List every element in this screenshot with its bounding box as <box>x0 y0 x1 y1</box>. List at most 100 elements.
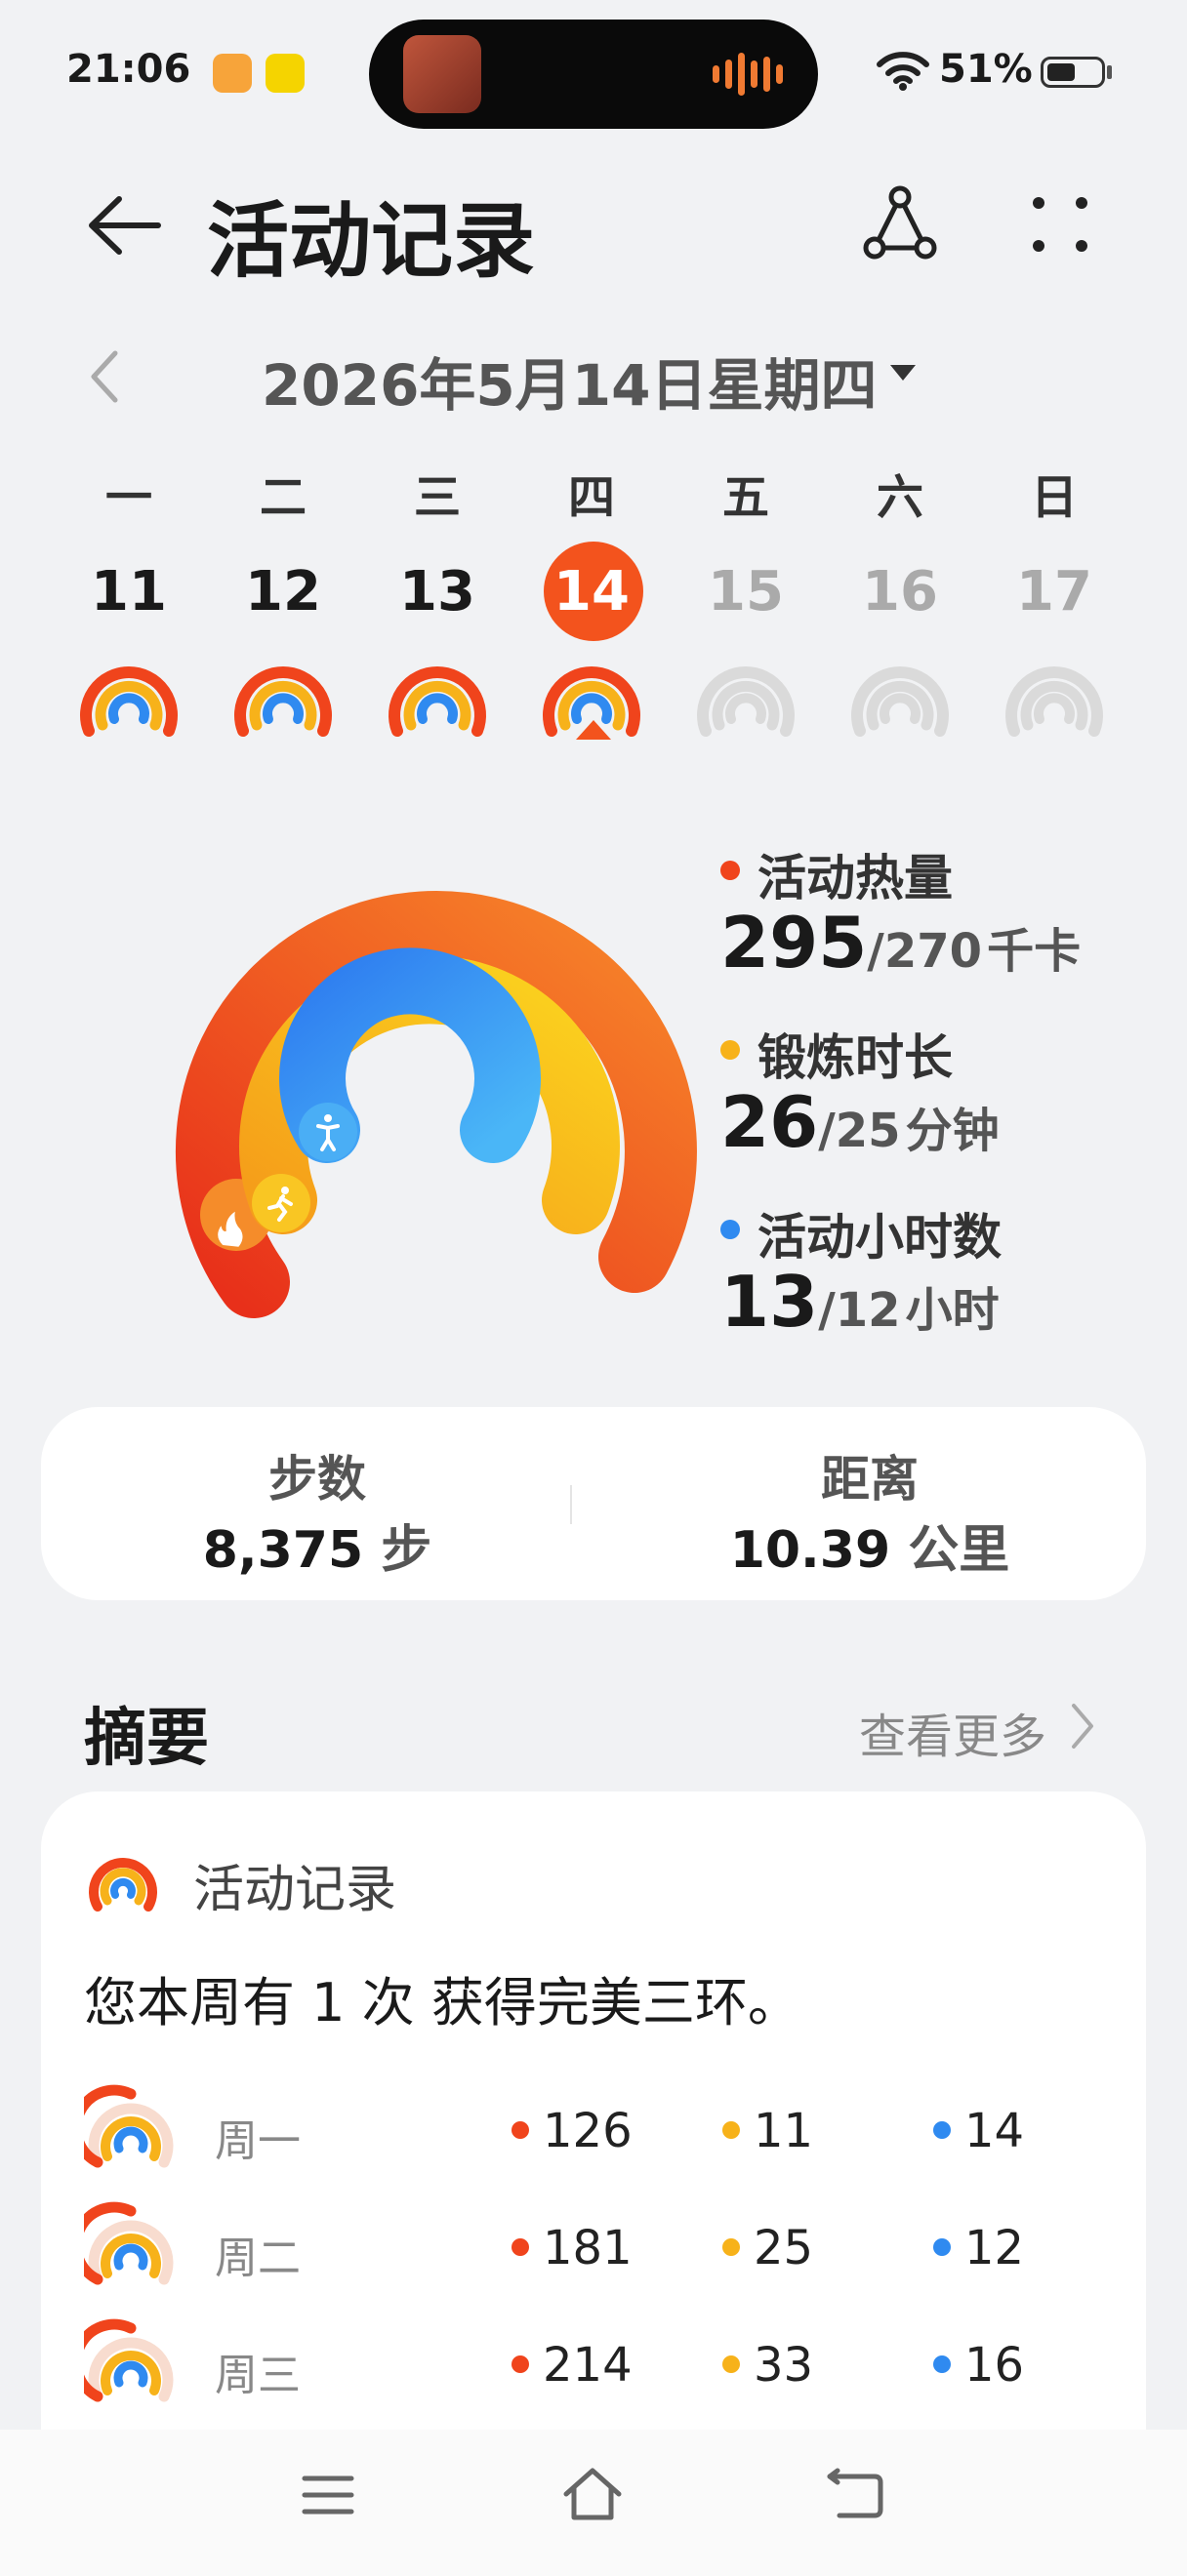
calories-value-group: 295/270 千卡 <box>720 902 1081 984</box>
stand-dot <box>933 2238 951 2256</box>
stand-unit: 小时 <box>905 1283 1000 1338</box>
card-divider <box>570 1485 572 1524</box>
exercise-value-group: 26/25 分钟 <box>720 1081 1000 1163</box>
dropdown-caret-icon[interactable] <box>886 361 920 384</box>
row-day: 周二 <box>215 2234 301 2283</box>
steps-label: 步数 <box>268 1451 366 1508</box>
exercise-dot <box>722 2121 740 2139</box>
mini-ring-icon <box>84 2318 174 2402</box>
calories-dot <box>512 2121 529 2139</box>
exercise-goal: /25 <box>818 1104 901 1158</box>
media-artwork <box>403 35 481 113</box>
stand-value: 13 <box>720 1261 819 1343</box>
weekday-label: 一 <box>104 470 152 525</box>
row-calories: 214 <box>543 2338 633 2393</box>
distance-label: 距离 <box>821 1451 919 1508</box>
chevron-right-icon[interactable] <box>1068 1700 1097 1752</box>
mini-ring-icon <box>851 666 949 737</box>
date-number: 16 <box>862 560 938 624</box>
date-number: 13 <box>399 560 475 624</box>
exercise-label: 锻炼时长 <box>757 1029 953 1086</box>
status-time: 21:06 <box>66 47 191 92</box>
stand-goal: /12 <box>818 1283 901 1338</box>
summary-card-title: 活动记录 <box>193 1861 397 1919</box>
calories-dot <box>720 861 740 880</box>
mini-ring-icon <box>697 666 795 737</box>
see-more-link[interactable]: 查看更多 <box>859 1698 1046 1766</box>
mini-ring-icon <box>389 666 486 737</box>
activity-record-icon <box>89 1858 157 1912</box>
exercise-dot <box>720 1040 740 1060</box>
mini-ring-icon <box>1005 666 1103 737</box>
mini-ring-icon <box>84 2084 174 2168</box>
summary-row[interactable]: 周二 181 25 12 <box>41 2201 1146 2299</box>
steps-distance-card[interactable]: 步数 8,375 步 距离 10.39 公里 <box>41 1407 1146 1600</box>
summary-row[interactable]: 周一 126 11 14 <box>41 2084 1146 2182</box>
row-exercise: 33 <box>754 2338 814 2393</box>
audio-wave-icon <box>713 53 783 96</box>
week-day-16[interactable]: 六 16 <box>822 459 978 624</box>
row-day: 周三 <box>215 2351 301 2400</box>
previous-date-icon[interactable] <box>86 347 125 406</box>
back-icon[interactable] <box>826 2467 886 2521</box>
menu-icon[interactable] <box>301 2471 355 2519</box>
row-day: 周一 <box>215 2116 301 2166</box>
today-caret-icon <box>576 720 611 740</box>
stand-dot <box>933 2355 951 2373</box>
week-day-12[interactable]: 二 12 <box>205 459 361 624</box>
summary-card[interactable]: 活动记录 您本周有 1 次 获得完美三环。 周一 126 11 14 周二 181 25 12… <box>41 1791 1146 2533</box>
exercise-dot <box>722 2238 740 2256</box>
back-arrow-icon[interactable] <box>86 191 164 260</box>
weekday-label: 四 <box>567 470 615 525</box>
qq-notification-icon <box>266 54 305 93</box>
row-stand: 16 <box>964 2338 1025 2393</box>
mini-ring-icon <box>80 666 178 737</box>
dynamic-island[interactable] <box>369 20 818 129</box>
weekday-label: 二 <box>259 470 307 525</box>
summary-row[interactable]: 周三 214 33 16 <box>41 2318 1146 2416</box>
week-day-11[interactable]: 一 11 <box>51 459 207 624</box>
distance-value-group: 10.39 公里 <box>594 1509 1146 1582</box>
exercise-unit: 分钟 <box>905 1104 1000 1158</box>
date-number: 14 <box>553 560 630 624</box>
date-number: 15 <box>708 560 784 624</box>
calories-label: 活动热量 <box>757 850 953 906</box>
date-number: 12 <box>245 560 321 624</box>
distance-unit: 公里 <box>908 1521 1010 1580</box>
week-day-13[interactable]: 三 13 <box>359 459 515 624</box>
calories-unit: 千卡 <box>987 924 1082 979</box>
weekday-label: 五 <box>721 470 769 525</box>
activity-rings <box>175 891 697 1318</box>
battery-tip <box>1107 65 1112 79</box>
home-icon[interactable] <box>560 2465 625 2523</box>
page-title: 活动记录 <box>207 193 536 289</box>
weekday-label: 日 <box>1030 470 1078 525</box>
calories-value: 295 <box>720 902 868 984</box>
calories-dot <box>512 2238 529 2256</box>
more-options-icon[interactable] <box>1029 193 1091 256</box>
calories-goal: /270 <box>867 924 983 979</box>
row-exercise: 25 <box>754 2221 814 2275</box>
selected-date[interactable]: 2026年5月14日星期四 <box>262 340 878 422</box>
exercise-dot <box>722 2355 740 2373</box>
app-notification-icon <box>213 54 252 93</box>
battery-percent: 51% <box>939 47 1033 92</box>
navigation-bar <box>0 2430 1187 2576</box>
row-calories: 181 <box>543 2221 633 2275</box>
steps-value: 8,375 <box>202 1521 364 1580</box>
summary-title: 摘要 <box>84 1703 209 1775</box>
date-number: 17 <box>1016 560 1092 624</box>
wifi-icon <box>877 52 929 91</box>
steps-unit: 步 <box>381 1521 432 1580</box>
steps-value-group: 8,375 步 <box>41 1509 594 1582</box>
battery-icon <box>1041 57 1105 88</box>
week-day-17[interactable]: 日 17 <box>976 459 1132 624</box>
weekday-label: 三 <box>413 470 461 525</box>
stand-value-group: 13/12 小时 <box>720 1261 1000 1343</box>
row-stand: 12 <box>964 2221 1025 2275</box>
week-day-15[interactable]: 五 15 <box>668 459 824 624</box>
distance-value: 10.39 <box>729 1521 891 1580</box>
exercise-value: 26 <box>720 1081 819 1163</box>
share-icon[interactable] <box>859 185 941 267</box>
weekday-label: 六 <box>876 470 923 525</box>
